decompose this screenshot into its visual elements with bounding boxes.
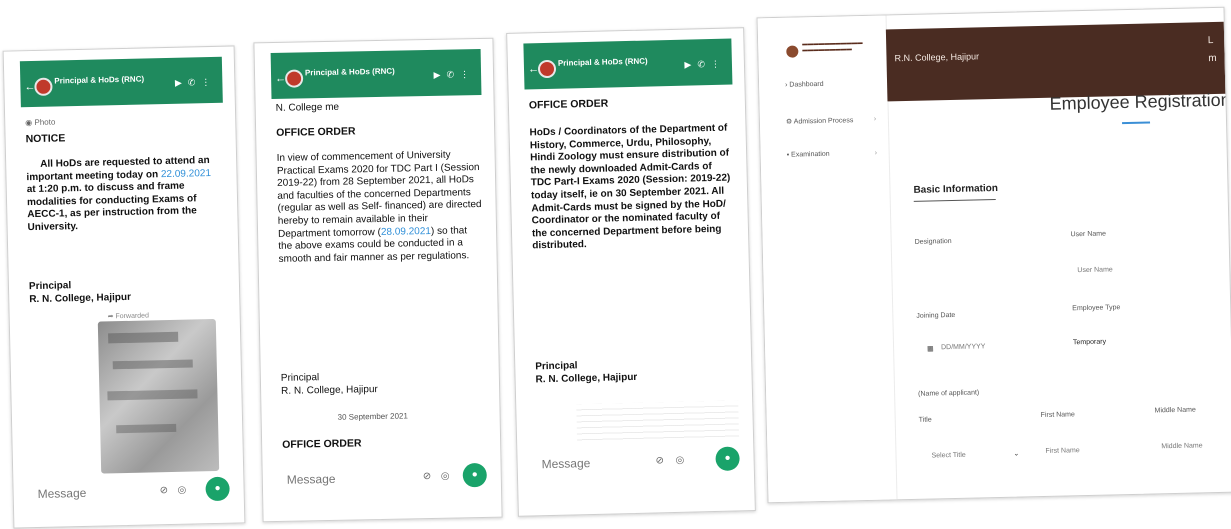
chevron-down-icon[interactable]: ⌄ [1013,450,1019,458]
notice-body: All HoDs are requested to attend an impo… [26,155,212,234]
camera-icon[interactable]: ◎ [441,471,450,482]
date-link[interactable]: 22.09.2021 [161,168,211,180]
top-bar: R.N. College, Hajipur Lm [885,21,1226,102]
middle-name-label: Middle Name [1154,406,1196,415]
section-title: Basic Information [913,182,999,196]
middle-name-input[interactable]: Middle Name [1161,442,1202,450]
mic-button[interactable]: ● [715,446,740,471]
chat-screenshot-3: ← Principal & HoDs (RNC) ▶✆⋮ OFFICE ORDE… [506,27,756,517]
camera-icon[interactable]: ◎ [675,455,684,466]
attach-icon[interactable]: ⊘ [423,471,432,482]
date-link[interactable]: 28.09.2021 [381,226,431,238]
forwarded-photo[interactable] [97,318,220,474]
mic-button[interactable]: ● [205,476,230,502]
calendar-icon[interactable]: ▦ [927,344,934,352]
web-registration-screenshot: ▬▬▬▬▬▬▬▬▬▬▬ ▬▬▬▬▬▬▬▬▬ › Dashboard ⚙ Admis… [756,6,1231,504]
message-input-bar[interactable]: Message ⊘ ◎ ● [283,462,487,495]
joining-date-input[interactable]: DD/MM/YYYY [941,343,985,351]
title-label: Title [918,416,932,424]
chevron-right-icon: › [874,149,878,157]
joining-date-label: Joining Date [916,311,956,320]
message-input[interactable]: Message [38,486,87,501]
form-title: Employee Registration Fo [1049,89,1231,114]
notice-heading: NOTICE [25,132,66,146]
chat-screenshot-2: ← Principal & HoDs (RNC) ▶✆⋮ N. College … [253,37,503,523]
prev-message-fragment: N. College me [275,101,340,114]
employee-type-select[interactable]: Temporary [1073,339,1106,347]
link-preview[interactable] [576,400,740,443]
office-order-heading: OFFICE ORDER [528,97,609,112]
group-avatar[interactable] [34,77,53,96]
camera-icon: ◉ [25,117,35,128]
header-actions-icons[interactable]: ▶✆⋮ [434,69,476,81]
date-divider: 30 September 2021 [337,411,408,422]
chevron-right-icon: › [873,115,877,123]
chat-screenshot-1: ← Principal & HoDs (RNC) ▶✆⋮ ◉ Photo NOT… [2,45,246,529]
office-order-body: In view of commencement of University Pr… [276,149,482,265]
attach-icon[interactable]: ⊘ [160,485,169,496]
group-title[interactable]: Principal & HoDs (RNC) [558,57,648,68]
user-name-input[interactable]: User Name [1077,266,1113,274]
group-title[interactable]: Principal & HoDs (RNC) [305,67,395,78]
employee-type-label: Employee Type [1072,304,1121,313]
message-input[interactable]: Message [541,456,590,471]
sidebar-item-dashboard[interactable]: › Dashboard [785,81,824,89]
chat-header: ← Principal & HoDs (RNC) ▶✆⋮ [523,38,733,90]
mic-button[interactable]: ● [462,462,487,488]
user-menu-fragment[interactable]: Lm [1208,32,1217,68]
college-name: R.N. College, Hajipur [894,51,980,64]
attach-icon[interactable]: ⊘ [655,455,664,466]
message-input-bar[interactable]: Message ⊘ ◎ ● [33,476,230,509]
message-input[interactable]: Message [287,472,336,487]
user-name-label: User Name [1070,230,1107,239]
office-order-heading: OFFICE ORDER [276,125,356,139]
college-logo [786,45,799,58]
section-divider [913,198,996,202]
sidebar-item-examination[interactable]: ▪ Examination › [787,150,877,159]
title-select[interactable]: Select Title [931,452,965,460]
first-name-input[interactable]: First Name [1045,447,1079,455]
group-title[interactable]: Principal & HoDs (RNC) [54,74,144,85]
sidebar: ▬▬▬▬▬▬▬▬▬▬▬ ▬▬▬▬▬▬▬▬▬ › Dashboard ⚙ Admis… [757,15,898,503]
header-actions-icons[interactable]: ▶✆⋮ [684,59,726,71]
header-actions-icons[interactable]: ▶✆⋮ [175,77,217,89]
office-order-body: HoDs / Coordinators of the Department of… [529,122,731,252]
message-input-bar[interactable]: Message ⊘ ◎ ● [537,446,740,479]
sidebar-item-admission[interactable]: ⚙ Admission Process › [785,116,876,126]
name-of-applicant-label: (Name of applicant) [918,389,980,398]
college-brand-text: ▬▬▬▬▬▬▬▬▬▬▬ ▬▬▬▬▬▬▬▬▬ [802,39,863,54]
group-avatar[interactable] [537,59,557,79]
gear-icon: ⚙ [785,118,794,126]
designation-label: Designation [914,238,952,246]
photo-label: ◉ Photo [25,117,56,128]
chat-header: ← Principal & HoDs (RNC) ▶✆⋮ [19,56,223,108]
title-underline [1122,121,1151,125]
signature-college: R. N. College, Hajipur [281,384,378,397]
camera-icon[interactable]: ◎ [178,485,187,496]
office-order-heading-2: OFFICE ORDER [282,437,362,451]
first-name-label: First Name [1040,411,1075,420]
forward-arrow-icon: ➦ [107,313,116,321]
chat-header: ← Principal & HoDs (RNC) ▶✆⋮ [270,48,482,100]
group-avatar[interactable] [284,69,304,88]
